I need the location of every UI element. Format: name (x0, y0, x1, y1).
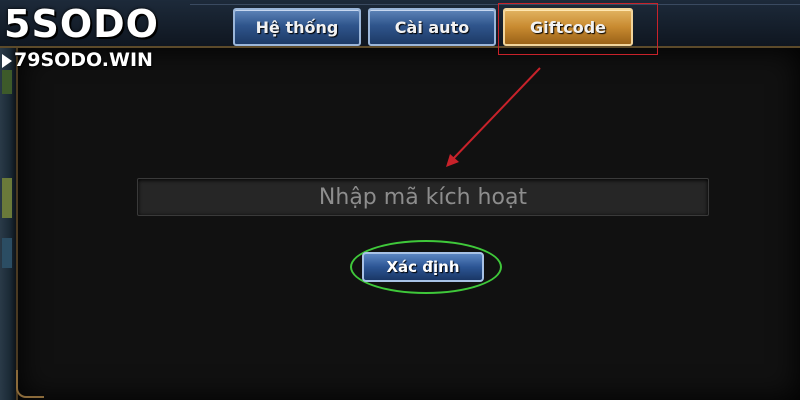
logo-brand: 5SODO (4, 2, 159, 46)
logo-brand-text: SODO (31, 2, 159, 46)
logo-domain-text: 79SODO.WIN (14, 49, 153, 71)
tab-system-label: Hệ thống (255, 17, 339, 37)
confirm-button-label: Xác định (386, 258, 460, 276)
scene-detail (2, 178, 12, 218)
game-screen: Hệ thống Cài auto Giftcode 5SODO 79SODO.… (0, 0, 800, 400)
watermark-logo: 5SODO 79SODO.WIN (0, 0, 200, 76)
activation-code-input[interactable] (137, 178, 709, 216)
tab-auto-settings-label: Cài auto (394, 17, 470, 37)
tab-system[interactable]: Hệ thống (233, 8, 361, 46)
giftcode-tab-highlight (498, 3, 658, 55)
settings-dialog-panel (16, 46, 800, 400)
logo-brand-prefix: 5 (4, 2, 32, 46)
play-arrow-icon (2, 53, 12, 68)
corner-ornament-icon (16, 370, 44, 398)
confirm-button[interactable]: Xác định (362, 252, 484, 282)
tab-auto-settings[interactable]: Cài auto (368, 8, 496, 46)
background-game-scene (0, 48, 16, 400)
logo-domain: 79SODO.WIN (2, 48, 153, 72)
scene-detail (2, 238, 12, 268)
